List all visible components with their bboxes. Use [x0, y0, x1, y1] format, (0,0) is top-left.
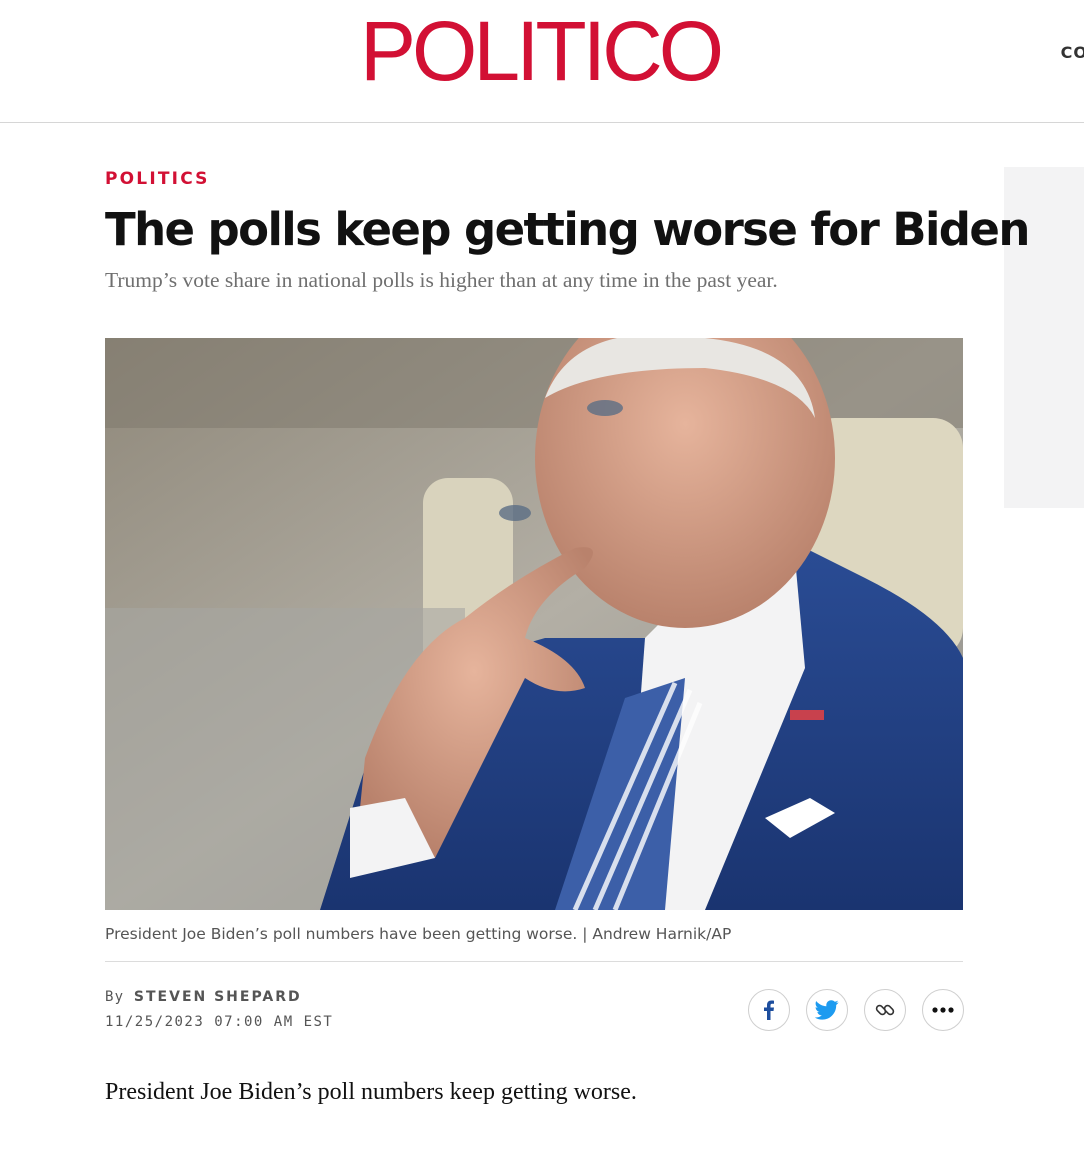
lead-photo — [105, 338, 963, 910]
byline: By STEVEN SHEPARD — [105, 989, 302, 1005]
byline-prefix: By — [105, 989, 125, 1005]
twitter-share-button[interactable] — [806, 989, 848, 1031]
facebook-icon — [764, 1000, 774, 1020]
article-first-paragraph: President Joe Biden’s poll numbers keep … — [105, 1079, 637, 1105]
more-options-button[interactable] — [922, 989, 964, 1031]
divider — [105, 961, 963, 962]
more-icon — [932, 1007, 954, 1013]
copy-link-button[interactable] — [864, 989, 906, 1031]
article-headline: The polls keep getting worse for Biden — [105, 203, 1030, 256]
twitter-icon — [815, 1000, 839, 1020]
lead-photo-illustration — [105, 338, 963, 910]
article-dek: Trump’s vote share in national polls is … — [105, 268, 778, 292]
header-nav-cutoff[interactable]: CO — [1061, 43, 1084, 62]
facebook-share-button[interactable] — [748, 989, 790, 1031]
author-link[interactable]: STEVEN SHEPARD — [134, 989, 302, 1005]
site-header: POLITICO CO — [0, 0, 1084, 123]
politico-logo[interactable]: POLITICO — [360, 6, 724, 96]
publish-timestamp: 11/25/2023 07:00 AM EST — [105, 1014, 334, 1030]
section-label[interactable]: POLITICS — [105, 169, 210, 189]
link-icon — [875, 1004, 895, 1016]
share-toolbar — [748, 989, 964, 1033]
photo-caption: President Joe Biden’s poll numbers have … — [105, 925, 732, 943]
